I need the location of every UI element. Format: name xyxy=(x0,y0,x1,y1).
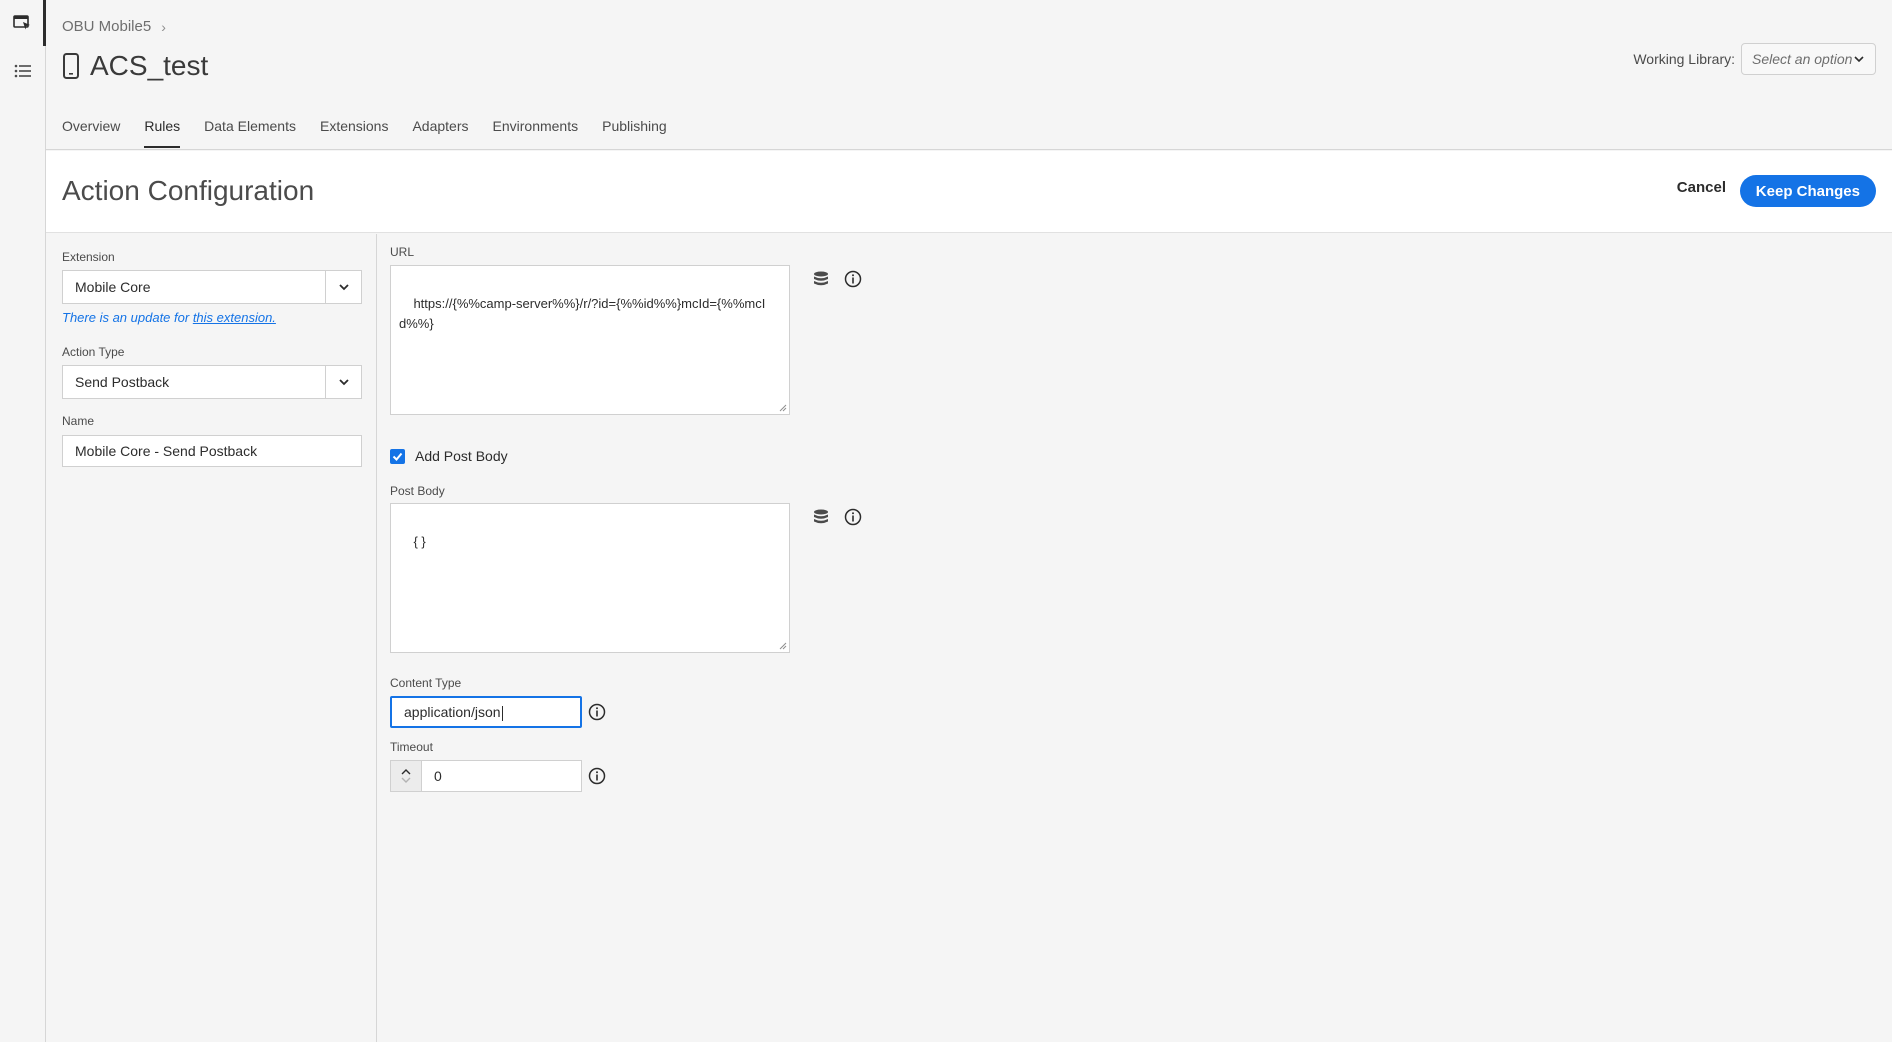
action-type-label: Action Type xyxy=(62,345,125,359)
page-header: OBU Mobile5 › ACS_test Working Library: … xyxy=(46,0,1892,150)
resize-handle-icon[interactable] xyxy=(779,404,787,412)
text-caret xyxy=(501,705,503,721)
chevron-down-icon xyxy=(1854,56,1864,63)
content-type-label: Content Type xyxy=(390,676,462,690)
info-icon[interactable] xyxy=(842,506,864,528)
left-panel: Extension Mobile Core There is an update… xyxy=(46,234,377,1042)
working-library-placeholder: Select an option xyxy=(1752,51,1853,67)
extension-dropdown[interactable]: Mobile Core xyxy=(62,270,362,304)
tab-publishing[interactable]: Publishing xyxy=(602,114,667,146)
chevron-down-icon[interactable] xyxy=(401,777,411,784)
working-library-label: Working Library: xyxy=(1633,51,1735,67)
chevron-down-icon[interactable] xyxy=(325,271,361,303)
breadcrumb-company[interactable]: OBU Mobile5 xyxy=(62,18,151,35)
tab-rules[interactable]: Rules xyxy=(144,114,180,148)
chevron-right-icon: › xyxy=(161,18,166,35)
mobile-phone-icon xyxy=(63,53,79,79)
post-body-label: Post Body xyxy=(390,484,445,498)
info-icon[interactable] xyxy=(586,701,608,723)
tab-data-elements[interactable]: Data Elements xyxy=(204,114,296,146)
action-type-dropdown[interactable]: Send Postback xyxy=(62,365,362,399)
tab-adapters[interactable]: Adapters xyxy=(412,114,468,146)
tab-bar: Overview Rules Data Elements Extensions … xyxy=(62,114,691,148)
monitor-cursor-icon xyxy=(12,15,30,30)
add-post-body-label: Add Post Body xyxy=(415,448,508,464)
name-label: Name xyxy=(62,414,95,428)
keep-changes-button[interactable]: Keep Changes xyxy=(1739,175,1876,207)
data-element-picker-icon[interactable] xyxy=(810,268,832,290)
page-title: Action Configuration xyxy=(62,175,315,206)
property-icon[interactable] xyxy=(0,0,46,46)
info-icon[interactable] xyxy=(586,765,608,787)
extension-label: Extension xyxy=(62,250,115,264)
checkbox-checked-icon[interactable] xyxy=(390,448,405,464)
tab-environments[interactable]: Environments xyxy=(493,114,579,146)
update-note: There is an update for this extension. xyxy=(62,310,276,325)
chevron-down-icon[interactable] xyxy=(325,366,361,398)
url-value: https://{%%camp-server%%}/r/?id={%%id%%}… xyxy=(399,296,766,331)
action-settings: URL https://{%%camp-server%%}/r/?id={%%i… xyxy=(378,234,1892,1042)
timeout-input[interactable]: 0 xyxy=(422,760,582,792)
data-element-picker-icon[interactable] xyxy=(810,506,832,528)
post-body-textarea[interactable]: { } xyxy=(390,503,790,653)
add-post-body-checkbox[interactable]: Add Post Body xyxy=(390,448,508,464)
stepper-buttons[interactable] xyxy=(390,760,422,792)
post-body-value: { } xyxy=(413,534,426,549)
timeout-stepper[interactable]: 0 xyxy=(390,760,582,792)
action-type-value: Send Postback xyxy=(75,374,170,390)
property-name: ACS_test xyxy=(90,50,209,81)
chevron-up-icon[interactable] xyxy=(401,768,411,775)
action-config-header: Action Configuration Cancel Keep Changes xyxy=(46,151,1892,233)
tab-overview[interactable]: Overview xyxy=(62,114,120,146)
breadcrumb: OBU Mobile5 › xyxy=(62,18,166,35)
update-extension-link[interactable]: this extension. xyxy=(193,310,276,325)
working-library-select[interactable]: Select an option xyxy=(1741,43,1876,75)
content-type-value: application/json xyxy=(404,704,501,720)
left-rail xyxy=(0,0,46,1042)
url-label: URL xyxy=(390,245,415,259)
property-title: ACS_test xyxy=(62,50,208,82)
name-input[interactable]: Mobile Core - Send Postback xyxy=(62,435,362,467)
tab-extensions[interactable]: Extensions xyxy=(320,114,388,146)
list-icon[interactable] xyxy=(0,48,46,94)
timeout-label: Timeout xyxy=(390,740,433,754)
cancel-button[interactable]: Cancel xyxy=(1677,179,1726,196)
working-library: Working Library: Select an option xyxy=(1633,43,1876,75)
info-icon[interactable] xyxy=(842,268,864,290)
content-type-input[interactable]: application/json xyxy=(390,696,582,728)
url-textarea[interactable]: https://{%%camp-server%%}/r/?id={%%id%%}… xyxy=(390,265,790,415)
list-view-icon xyxy=(14,64,31,78)
extension-value: Mobile Core xyxy=(75,279,151,295)
update-note-text: There is an update for xyxy=(62,310,193,325)
resize-handle-icon[interactable] xyxy=(779,642,787,650)
